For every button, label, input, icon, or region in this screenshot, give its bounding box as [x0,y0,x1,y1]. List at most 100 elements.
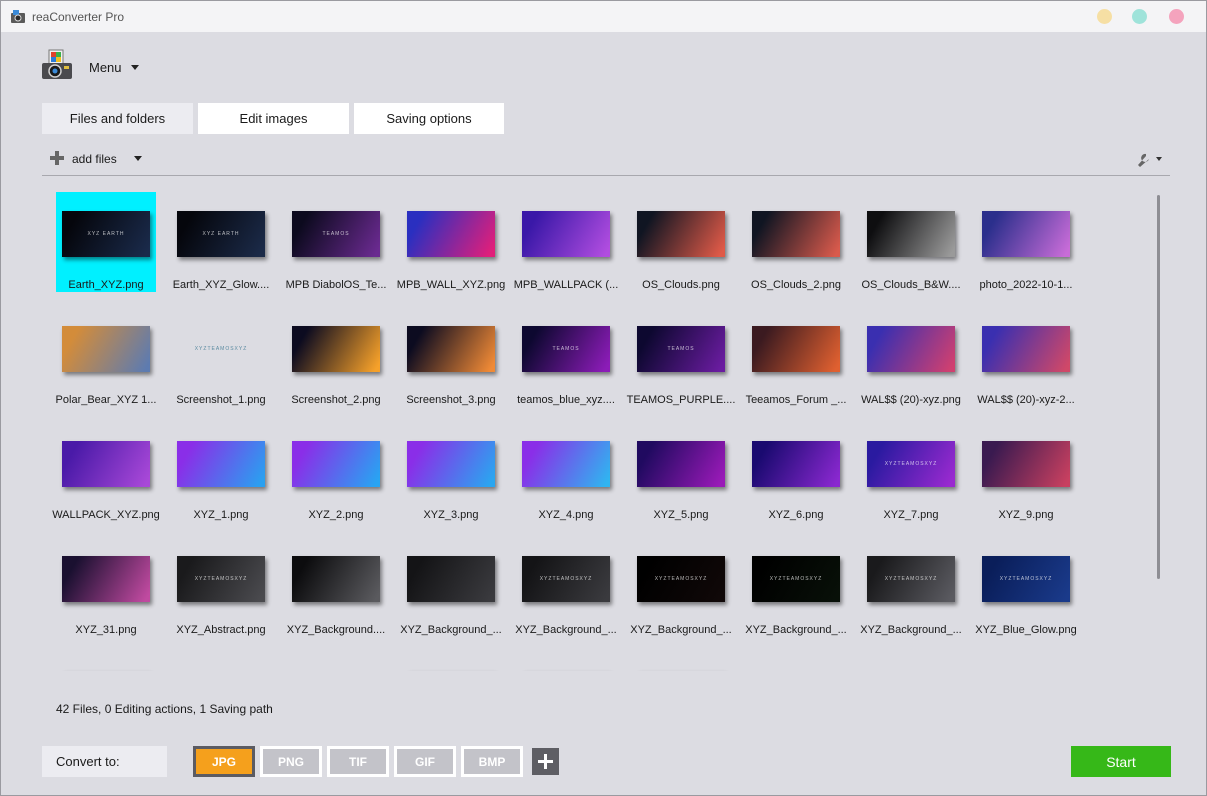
status-bar: 42 Files, 0 Editing actions, 1 Saving pa… [56,702,273,716]
file-tile[interactable]: XYZTEAMOSXYZ Screenshot_1.png [171,307,271,407]
thumbnail-caption: XYZ EARTH [202,231,240,237]
file-name-label: XYZ_Background_... [630,624,732,636]
file-tile[interactable]: WAL$$ (20)-xyz-2... [976,307,1076,407]
thumbnail-caption: XYZTEAMOSXYZ [999,576,1053,582]
file-tile[interactable] [56,652,156,671]
format-label: JPG [196,749,252,774]
wrench-icon[interactable] [1135,150,1165,168]
file-tile[interactable]: XYZTEAMOSXYZ XYZ_Abstract.png [171,537,271,637]
thumbnail-caption: XYZTEAMOSXYZ [654,576,708,582]
file-thumbnail: XYZTEAMOSXYZ [867,556,955,602]
file-tile[interactable]: XYZ_3.png [401,422,501,522]
thumbnail-caption: XYZTEAMOSXYZ [539,576,593,582]
file-tile[interactable] [516,652,616,671]
file-tile[interactable]: XYZ_31.png [56,537,156,637]
add-files-button[interactable]: add files [72,152,117,166]
file-tile[interactable]: XYZTEAMOSXYZ XYZ_7.png [861,422,961,522]
file-tile[interactable]: XYZ EARTH Earth_XYZ_Glow.... [171,192,271,292]
file-name-label: XYZ_Abstract.png [176,624,266,636]
file-tile[interactable]: XYZTEAMOSXYZ XYZ_Blue_Glow.png [975,537,1077,637]
file-tile[interactable]: photo_2022-10-1... [976,192,1076,292]
chevron-down-icon[interactable] [131,65,139,70]
file-tile[interactable] [401,652,501,671]
file-tile[interactable]: Polar_Bear_XYZ 1... [56,307,156,407]
file-tile[interactable]: OS_Clouds_B&W.... [861,192,961,292]
file-tile[interactable]: XYZ_2.png [286,422,386,522]
file-name-label: XYZ_1.png [193,509,249,521]
file-tile[interactable]: XYZ_Background.... [286,537,386,637]
grid-scrollbar[interactable] [1157,195,1160,579]
file-tile[interactable]: XYZ_Background_... [400,537,502,637]
file-thumbnail [867,211,955,257]
file-tile[interactable]: XYZ EARTH Earth_XYZ.png [56,192,156,292]
close-button[interactable] [1169,9,1184,24]
plus-icon[interactable] [50,151,64,165]
file-tile[interactable]: XYZ_6.png [746,422,846,522]
file-tile[interactable]: XYZ_4.png [516,422,616,522]
file-name-label: XYZ_9.png [998,509,1054,521]
file-thumbnail: TEAMOS [522,326,610,372]
maximize-button[interactable] [1132,9,1147,24]
file-name-label: WAL$$ (20)-xyz.png [861,394,961,406]
file-tile[interactable]: OS_Clouds_2.png [746,192,846,292]
file-thumbnail: XYZTEAMOSXYZ [867,441,955,487]
file-thumbnail [407,326,495,372]
file-thumbnail: XYZ EARTH [62,211,150,257]
file-tile[interactable]: TEAMOS MPB DiabolOS_Te... [286,192,386,292]
file-thumbnail [62,326,150,372]
start-button[interactable]: Start [1071,746,1171,777]
tab-saving-options[interactable]: Saving options [354,103,504,134]
format-jpg-button[interactable]: JPG [193,746,255,777]
file-tile[interactable] [171,652,271,671]
file-thumbnail [62,556,150,602]
format-label: PNG [263,749,319,774]
app-logo-icon [42,49,72,79]
file-thumbnail [752,326,840,372]
file-thumbnail: XYZTEAMOSXYZ [752,556,840,602]
format-bmp-button[interactable]: BMP [461,746,523,777]
format-png-button[interactable]: PNG [260,746,322,777]
file-tile[interactable]: Screenshot_3.png [401,307,501,407]
add-format-button[interactable] [532,748,559,775]
file-tile[interactable]: XYZ_9.png [976,422,1076,522]
file-tile[interactable]: Screenshot_2.png [286,307,386,407]
chevron-down-icon[interactable] [134,156,142,161]
format-gif-button[interactable]: GIF [394,746,456,777]
thumbnail-caption: XYZTEAMOSXYZ [769,576,823,582]
file-thumbnail [982,211,1070,257]
file-tile[interactable] [286,652,386,671]
file-name-label: Earth_XYZ.png [68,279,144,291]
file-tile[interactable]: MPB_WALL_XYZ.png [397,192,505,292]
file-tile[interactable]: TEAMOS teamos_blue_xyz.... [516,307,616,407]
file-tile[interactable]: Teeamos_Forum _... [746,307,846,407]
file-tile[interactable]: XYZTEAMOSXYZ XYZ_Background_... [515,537,617,637]
format-tif-button[interactable]: TIF [327,746,389,777]
file-name-label: XYZ_7.png [883,509,939,521]
file-tile[interactable]: MPB_WALLPACK (... [514,192,618,292]
thumbnail-caption: XYZTEAMOSXYZ [194,576,248,582]
file-thumbnail: XYZTEAMOSXYZ [637,556,725,602]
file-thumbnail [407,441,495,487]
file-tile[interactable]: XYZTEAMOSXYZ XYZ_Background_... [745,537,847,637]
file-tile[interactable]: XYZTEAMOSXYZ XYZ_Background_... [860,537,962,637]
file-name-label: XYZ_2.png [308,509,364,521]
file-tile[interactable]: XYZ_5.png [631,422,731,522]
file-name-label: XYZ_Background_... [400,624,502,636]
minimize-button[interactable] [1097,9,1112,24]
file-thumbnail: XYZTEAMOSXYZ [522,556,610,602]
menu-label[interactable]: Menu [89,60,122,75]
file-tile[interactable] [631,652,731,671]
tab-files-and-folders[interactable]: Files and folders [42,103,193,134]
tab-edit-images[interactable]: Edit images [198,103,349,134]
file-grid[interactable]: XYZ EARTH Earth_XYZ.png XYZ EARTH Earth_XYZ… [42,177,1157,671]
file-thumbnail [62,441,150,487]
file-name-label: Screenshot_1.png [176,394,266,406]
file-tile[interactable]: XYZTEAMOSXYZ XYZ_Background_... [630,537,732,637]
file-tile[interactable]: WALLPACK_XYZ.png [52,422,160,522]
file-tile[interactable]: XYZ_1.png [171,422,271,522]
file-tile[interactable]: WAL$$ (20)-xyz.png [861,307,961,407]
file-thumbnail [982,441,1070,487]
file-tile[interactable]: TEAMOS TEAMOS_PURPLE.... [627,307,735,407]
file-name-label: OS_Clouds.png [642,279,720,291]
file-tile[interactable]: OS_Clouds.png [631,192,731,292]
